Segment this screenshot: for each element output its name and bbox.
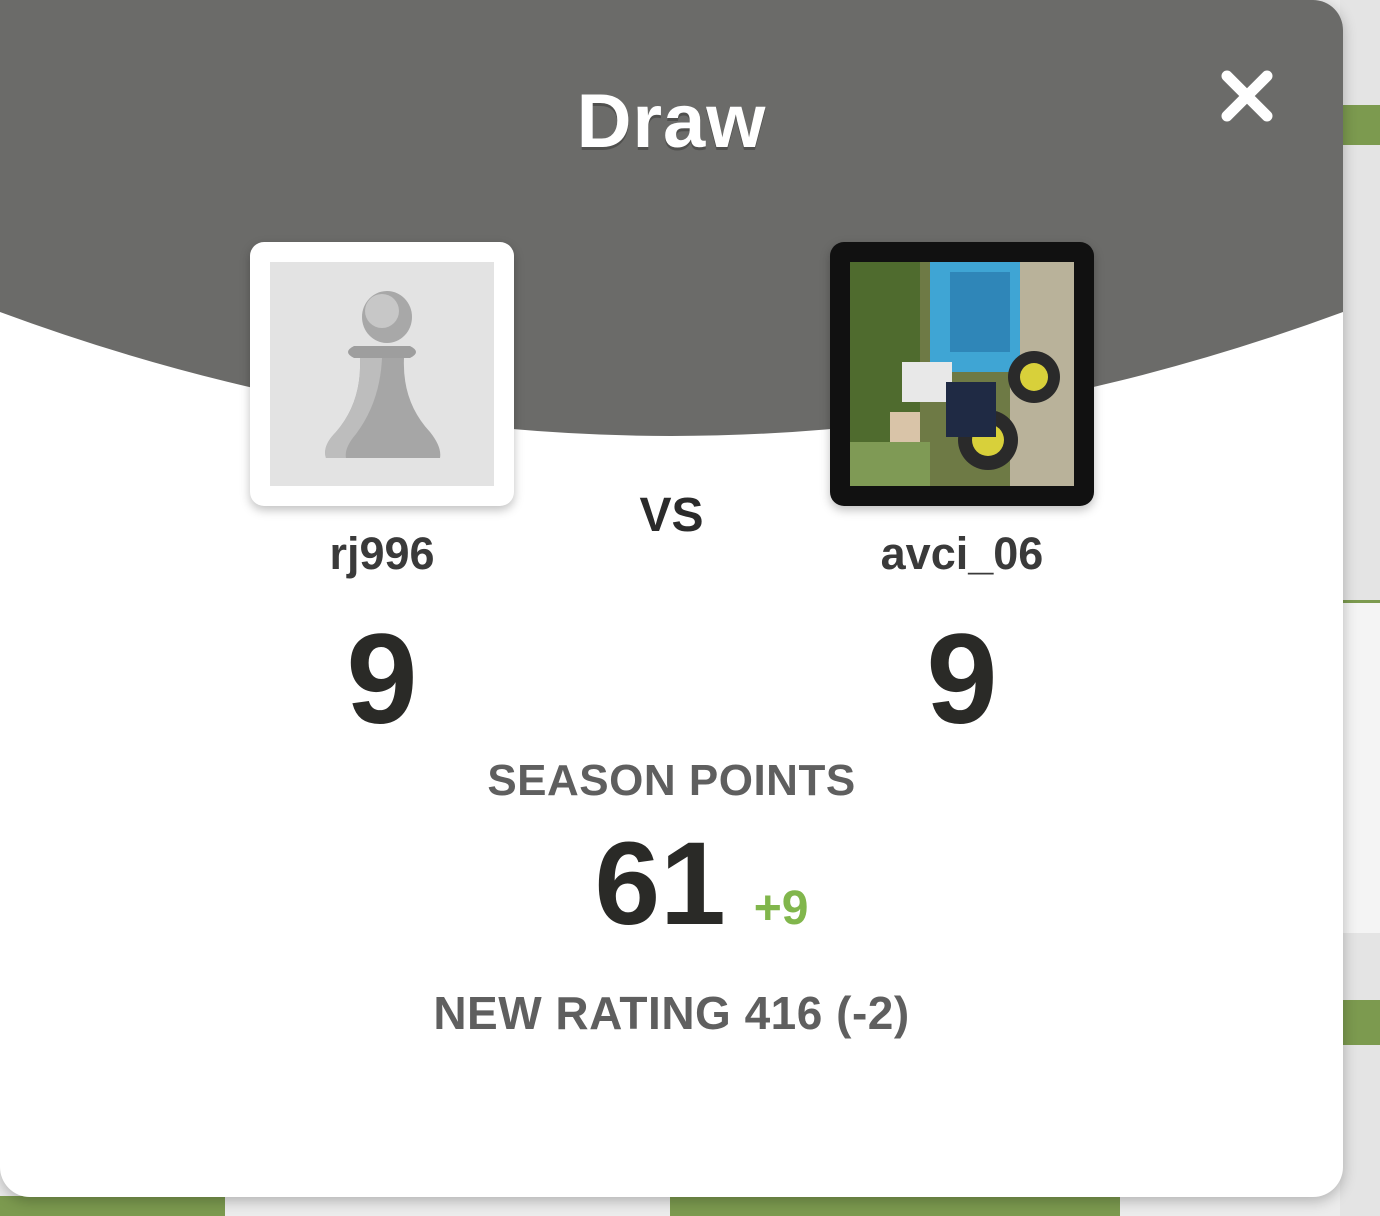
season-points-row: 61 +9 [0, 816, 1343, 952]
season-points-label: SEASON POINTS [487, 756, 856, 805]
close-icon[interactable] [1213, 62, 1281, 130]
modal-header [0, 0, 1343, 440]
result-title: Draw [576, 79, 767, 164]
game-result-modal: Draw VS rj996 avci_06 9 9 SEASON POINTS … [0, 0, 1343, 1197]
close-button[interactable] [1213, 62, 1281, 130]
season-points-delta: +9 [753, 882, 809, 935]
player-username[interactable]: rj996 [182, 528, 582, 580]
photo-avatar [850, 262, 1074, 486]
player-avatar-avci_06[interactable] [830, 242, 1094, 506]
player-avatar-rj996[interactable] [250, 242, 514, 506]
pawn-icon [325, 291, 441, 458]
board-square [670, 1196, 1120, 1216]
board-square [1340, 1000, 1380, 1045]
header-background [0, 0, 1343, 436]
board-square [1340, 105, 1380, 145]
board-square [0, 1196, 225, 1216]
opponent-username[interactable]: avci_06 [762, 528, 1162, 580]
board-square [1340, 600, 1380, 933]
opponent-score: 9 [926, 608, 998, 751]
user-photo [850, 262, 1074, 486]
pawn-placeholder-avatar [270, 262, 494, 486]
season-points-value: 61 [594, 818, 726, 950]
new-rating-text: NEW RATING 416 (-2) [433, 987, 910, 1039]
player-score: 9 [346, 608, 418, 751]
